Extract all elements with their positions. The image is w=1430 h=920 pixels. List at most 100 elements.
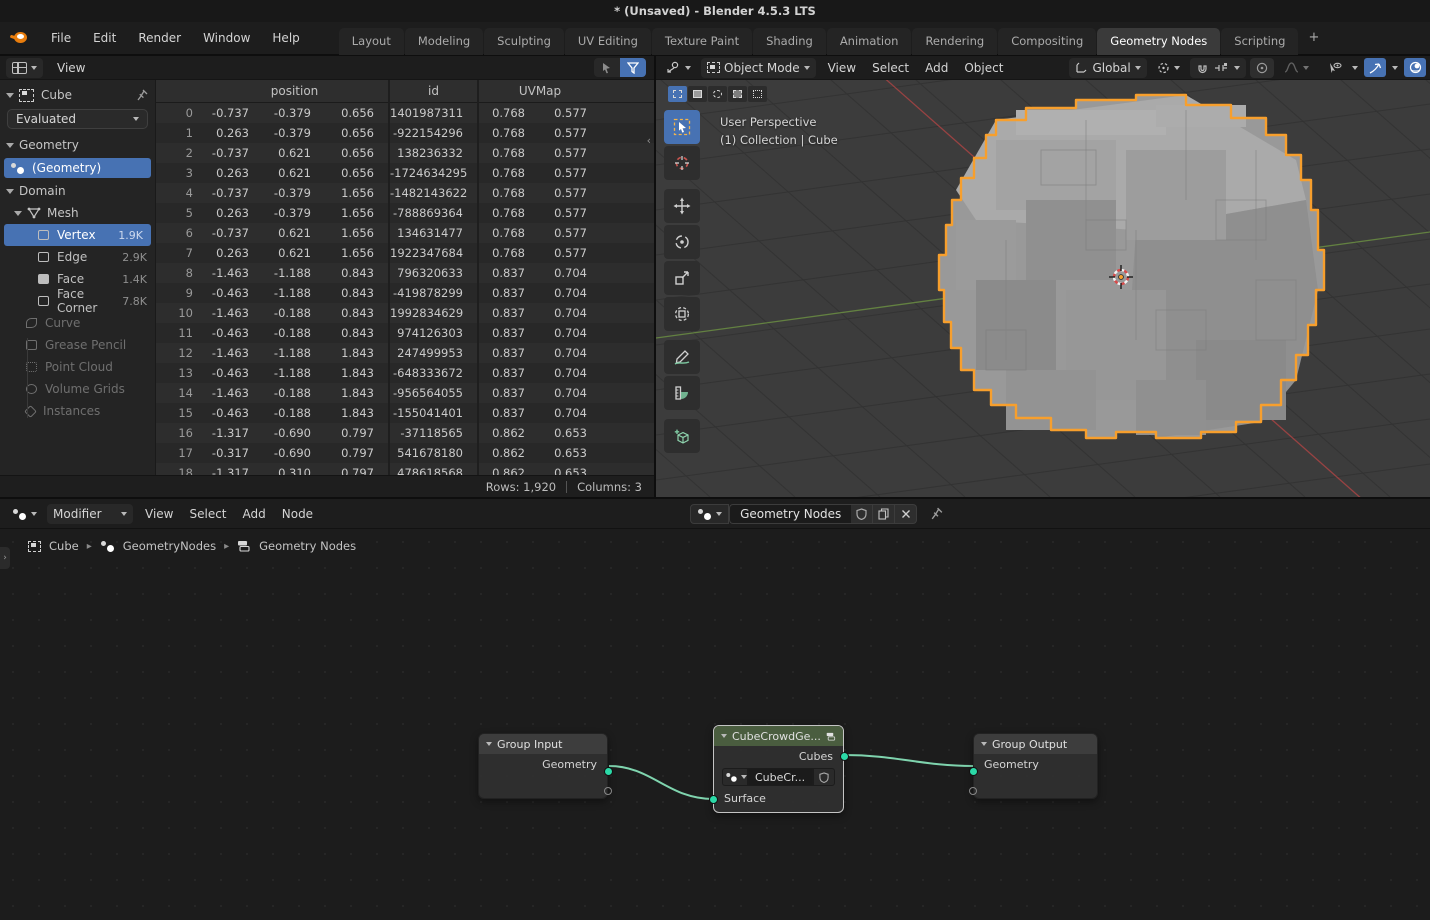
- editor-type-3dview-button[interactable]: [660, 58, 697, 78]
- tab-animation[interactable]: Animation: [827, 28, 912, 55]
- editor-type-spreadsheet-button[interactable]: [6, 58, 43, 78]
- node-menu-view[interactable]: View: [137, 504, 181, 524]
- tool-move[interactable]: [664, 189, 700, 223]
- socket-geometry-input[interactable]: [969, 767, 978, 776]
- tool-measure[interactable]: [664, 376, 700, 410]
- node-tree-name-field[interactable]: Geometry Nodes: [729, 504, 851, 524]
- spreadsheet-view-menu[interactable]: View: [49, 58, 93, 78]
- app-menu-render[interactable]: Render: [127, 27, 192, 49]
- domain-section-header[interactable]: Domain: [0, 180, 155, 202]
- domain-item-vertex[interactable]: Vertex1.9K: [4, 224, 151, 246]
- tab-compositing[interactable]: Compositing: [998, 28, 1096, 55]
- cube-object[interactable]: [939, 95, 1324, 438]
- pin-icon[interactable]: [135, 88, 149, 102]
- domain-item-instances[interactable]: Instances: [0, 400, 155, 422]
- viewport-canvas[interactable]: User Perspective (1) Collection | Cube: [656, 80, 1430, 497]
- expand-icon[interactable]: [6, 93, 14, 98]
- node-menu-node[interactable]: Node: [274, 504, 321, 524]
- domain-item-grease-pencil[interactable]: Grease Pencil: [0, 334, 155, 356]
- tab-shading[interactable]: Shading: [753, 28, 826, 55]
- gizmos-toggle[interactable]: [1364, 58, 1386, 77]
- node-group-output-header[interactable]: Group Output: [974, 734, 1097, 754]
- collapse-icon[interactable]: [981, 742, 987, 746]
- socket-surface-input[interactable]: [709, 795, 718, 804]
- select-circle-button[interactable]: [708, 86, 727, 102]
- socket-cubes-output[interactable]: [840, 752, 849, 761]
- show-object-types-dropdown[interactable]: [1324, 58, 1346, 77]
- group-name-field[interactable]: CubeCr...: [748, 768, 813, 786]
- mesh-section-header[interactable]: Mesh: [0, 202, 155, 224]
- tab-uv-editing[interactable]: UV Editing: [565, 28, 651, 55]
- magnet-icon[interactable]: [1196, 62, 1208, 74]
- tool-transform[interactable]: [664, 297, 700, 331]
- tool-annotate[interactable]: [664, 340, 700, 374]
- node-tree-type-dropdown[interactable]: Modifier: [47, 504, 133, 524]
- socket-geometry-output[interactable]: [604, 767, 613, 776]
- viewport-menu-object[interactable]: Object: [956, 58, 1011, 78]
- tab-texture-paint[interactable]: Texture Paint: [652, 28, 752, 55]
- tool-scale[interactable]: [664, 261, 700, 295]
- filter-toggle[interactable]: [620, 58, 646, 77]
- panel-collapse-arrow[interactable]: ‹: [647, 134, 651, 147]
- chevron-down-icon[interactable]: [1352, 66, 1358, 70]
- app-menu-edit[interactable]: Edit: [82, 27, 127, 49]
- geometry-dataset-item[interactable]: (Geometry): [4, 158, 151, 178]
- column-header-uvmap[interactable]: UVMap: [477, 80, 601, 103]
- node-group-input[interactable]: Group Input Geometry: [478, 733, 608, 799]
- select-intersect-button[interactable]: [748, 86, 767, 102]
- tool-rotate[interactable]: [664, 225, 700, 259]
- geometry-section-header[interactable]: Geometry: [0, 134, 155, 156]
- expand-icon[interactable]: [14, 211, 22, 216]
- tab-modeling[interactable]: Modeling: [405, 28, 483, 55]
- select-lasso-button[interactable]: [728, 86, 747, 102]
- tab-sculpting[interactable]: Sculpting: [484, 28, 564, 55]
- tab-layout[interactable]: Layout: [339, 28, 404, 55]
- sidebar-toggle-arrow[interactable]: ›: [0, 547, 10, 569]
- add-workspace-button[interactable]: +: [1298, 25, 1329, 52]
- domain-item-point-cloud[interactable]: Point Cloud: [0, 356, 155, 378]
- app-menu-file[interactable]: File: [40, 27, 82, 49]
- viewport-menu-view[interactable]: View: [820, 58, 864, 78]
- tool-cursor[interactable]: [664, 146, 700, 180]
- node-canvas[interactable]: › Cube ▸ GeometryNodes ▸ Geometry Nodes …: [0, 529, 1430, 920]
- socket-virtual[interactable]: [969, 787, 977, 795]
- proportional-editing-toggle[interactable]: [1250, 58, 1274, 78]
- column-header-id[interactable]: id: [388, 80, 477, 103]
- node-link-wire[interactable]: [844, 755, 973, 766]
- tool-select-box[interactable]: [664, 110, 700, 144]
- blender-logo-icon[interactable]: [10, 30, 32, 46]
- dataset-object-row[interactable]: Cube: [0, 84, 155, 106]
- transform-orientation-dropdown[interactable]: Global: [1069, 58, 1146, 78]
- node-link-wire[interactable]: [609, 766, 713, 799]
- copy-node-tree-button[interactable]: [873, 504, 895, 524]
- app-menu-window[interactable]: Window: [192, 27, 261, 49]
- viewport-menu-add[interactable]: Add: [917, 58, 956, 78]
- node-cube-crowd-group[interactable]: CubeCrowdGe... Cubes CubeCr...: [713, 725, 844, 813]
- fake-user-shield-button[interactable]: [851, 504, 873, 524]
- expand-icon[interactable]: [6, 143, 14, 148]
- tab-rendering[interactable]: Rendering: [912, 28, 997, 55]
- pivot-point-dropdown[interactable]: [1151, 58, 1186, 78]
- unlink-node-tree-button[interactable]: [895, 504, 917, 524]
- tab-scripting[interactable]: Scripting: [1221, 28, 1298, 55]
- selected-only-toggle[interactable]: [594, 58, 620, 77]
- chevron-down-icon[interactable]: [1392, 66, 1398, 70]
- fake-user-shield-button[interactable]: [813, 768, 835, 786]
- expand-icon[interactable]: [6, 189, 14, 194]
- tool-add-cube[interactable]: [664, 419, 700, 453]
- domain-item-volume-grids[interactable]: Volume Grids: [0, 378, 155, 400]
- node-group-input-header[interactable]: Group Input: [479, 734, 607, 754]
- snap-with-icon[interactable]: [1214, 63, 1228, 73]
- node-cube-crowd-header[interactable]: CubeCrowdGe...: [714, 726, 843, 746]
- domain-item-edge[interactable]: Edge2.9K: [0, 246, 155, 268]
- proportional-falloff-dropdown[interactable]: [1278, 58, 1315, 78]
- app-menu-help[interactable]: Help: [261, 27, 310, 49]
- column-header-position[interactable]: position: [201, 80, 388, 103]
- node-group-output[interactable]: Group Output Geometry: [973, 733, 1098, 799]
- evaluation-state-dropdown[interactable]: Evaluated: [7, 109, 148, 129]
- socket-virtual[interactable]: [604, 787, 612, 795]
- viewport-menu-select[interactable]: Select: [864, 58, 917, 78]
- browse-group-button[interactable]: [722, 768, 748, 786]
- tab-geometry-nodes[interactable]: Geometry Nodes: [1097, 28, 1220, 55]
- domain-item-face-corner[interactable]: Face Corner7.8K: [0, 290, 155, 312]
